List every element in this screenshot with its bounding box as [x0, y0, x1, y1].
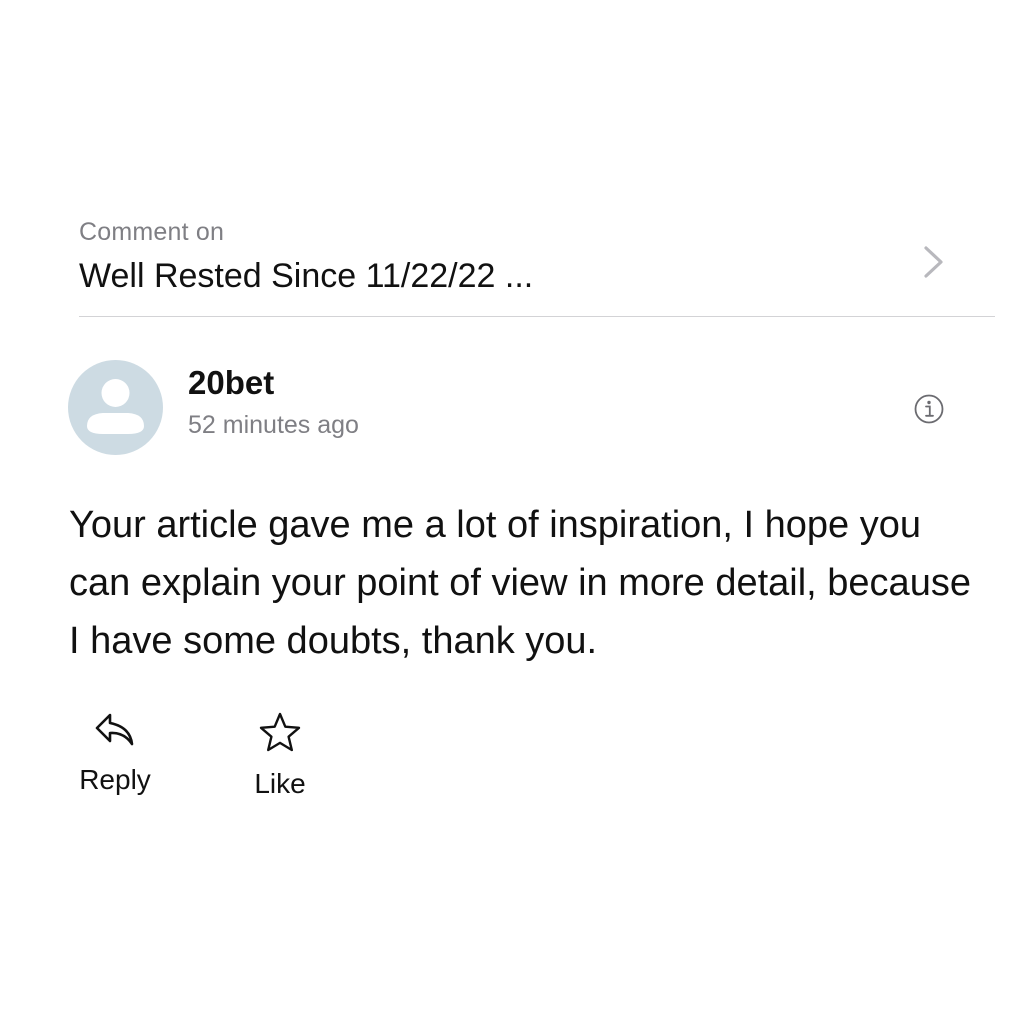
post-title[interactable]: Well Rested Since 11/22/22 ... [79, 257, 533, 296]
comment-timestamp: 52 minutes ago [188, 411, 359, 439]
like-button[interactable]: Like [240, 710, 320, 800]
default-avatar-icon [87, 379, 144, 434]
chevron-right-icon[interactable] [921, 244, 947, 280]
reply-button[interactable]: Reply [70, 710, 160, 796]
reply-arrow-icon [95, 713, 134, 746]
info-icon[interactable] [913, 393, 945, 425]
reply-label: Reply [79, 764, 151, 795]
comment-on-label: Comment on [79, 218, 225, 246]
star-outline-icon [259, 712, 301, 752]
avatar[interactable] [68, 360, 163, 455]
like-label: Like [254, 768, 306, 799]
comment-author[interactable]: 20bet [188, 364, 274, 402]
post-link-row[interactable]: Comment on Well Rested Since 11/22/22 ..… [79, 212, 995, 317]
comment-detail-screen: Comment on Well Rested Since 11/22/22 ..… [0, 0, 1024, 1024]
comment-body: Your article gave me a lot of inspiratio… [69, 504, 971, 662]
